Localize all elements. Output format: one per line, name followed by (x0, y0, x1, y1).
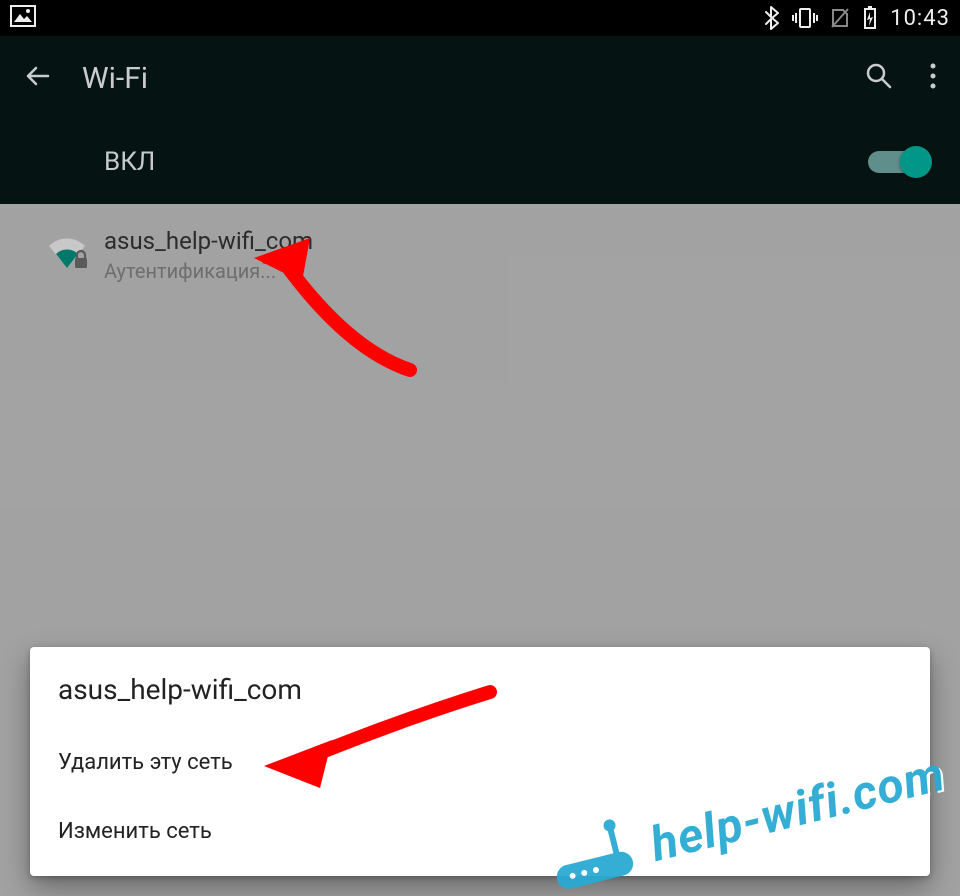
vibrate-icon (792, 7, 818, 29)
wifi-toggle-row: ВКЛ (0, 120, 960, 204)
wifi-toggle-switch[interactable] (868, 151, 930, 173)
popup-title: asus_help-wifi_com (58, 673, 902, 706)
status-bar: 10:43 (0, 0, 960, 36)
toolbar: Wi-Fi (0, 36, 960, 120)
status-left (10, 5, 36, 32)
no-sim-icon (830, 7, 850, 29)
wifi-secure-icon (45, 234, 89, 276)
wifi-toggle-label: ВКЛ (104, 147, 155, 177)
battery-icon (862, 6, 878, 30)
more-icon[interactable] (928, 61, 938, 95)
search-icon[interactable] (864, 61, 894, 95)
picture-icon (10, 5, 36, 32)
bluetooth-icon (764, 6, 780, 30)
wifi-network-item[interactable]: asus_help-wifi_com Аутентификация... (0, 210, 960, 300)
network-status: Аутентификация... (104, 259, 313, 283)
back-icon[interactable] (22, 60, 54, 96)
network-ssid: asus_help-wifi_com (104, 227, 313, 255)
status-right: 10:43 (764, 6, 950, 31)
screen: 10:43 Wi-Fi ВКЛ (0, 0, 960, 896)
status-clock: 10:43 (890, 6, 950, 31)
page-title: Wi-Fi (82, 61, 148, 96)
